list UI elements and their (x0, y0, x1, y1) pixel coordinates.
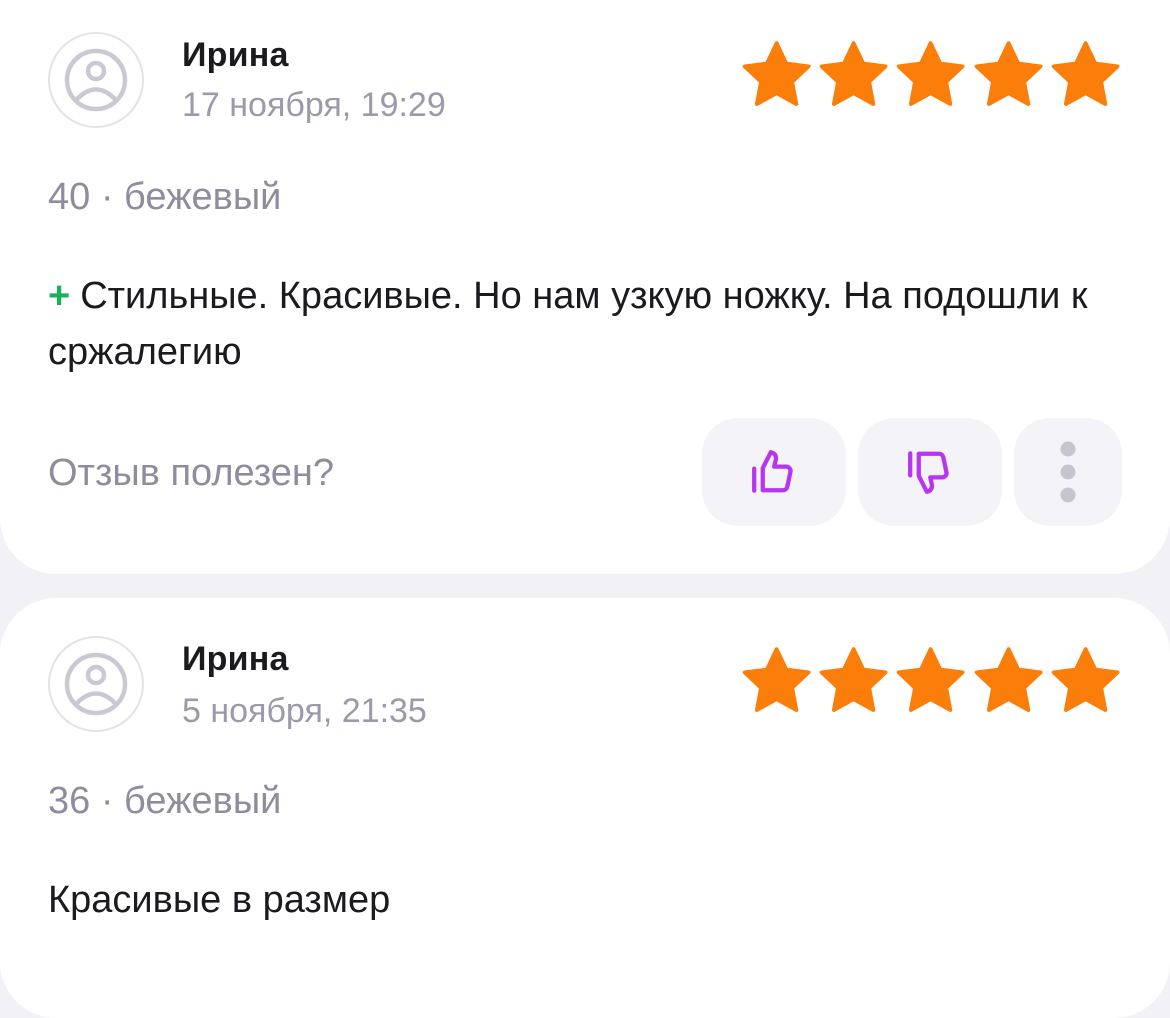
star-icon (742, 41, 811, 106)
star-icon (819, 41, 888, 106)
review-date: 5 ноября, 21:35 (182, 692, 427, 730)
star-icon (974, 647, 1043, 712)
author-name: Ирина (182, 36, 289, 74)
review-date: 17 ноября, 19:29 (182, 86, 446, 124)
more-button[interactable] (1014, 418, 1122, 526)
thumbs-up-icon (752, 450, 793, 493)
star-icon (1051, 647, 1120, 712)
sad-face-icon (64, 652, 128, 716)
variant-info: 36 · бежевый (48, 780, 282, 822)
star-icon (1051, 41, 1120, 106)
helpful-label: Отзыв полезен? (48, 452, 335, 494)
review-text: Стильные. Красивые. Но нам узкую ножку. … (48, 275, 1088, 373)
star-icon (819, 647, 888, 712)
dislike-button[interactable] (858, 418, 1002, 526)
review-card: Ирина 17 ноября, 19:29 40 · бежевый + Сти… (0, 0, 1170, 574)
star-icon (897, 647, 965, 712)
like-button[interactable] (702, 418, 846, 526)
star-icon (742, 647, 811, 712)
plus-marker: + (48, 275, 71, 317)
star-icon (974, 41, 1043, 106)
rating-stars (738, 642, 1124, 722)
avatar (48, 32, 144, 128)
rating-stars (738, 36, 1124, 116)
avatar (48, 636, 144, 732)
sad-face-icon (64, 48, 128, 112)
more-vertical-icon (1060, 441, 1076, 503)
thumbs-down-icon (908, 451, 949, 494)
review-text: Красивые в размер (48, 879, 391, 921)
star-icon (897, 41, 965, 106)
review-text-block: + Стильные. Красивые. Но нам узкую ножку.… (48, 268, 1108, 380)
review-card: Ирина 5 ноября, 21:35 36 · бежевый Краси… (0, 598, 1170, 1018)
variant-info: 40 · бежевый (48, 176, 282, 218)
author-name: Ирина (182, 640, 289, 678)
